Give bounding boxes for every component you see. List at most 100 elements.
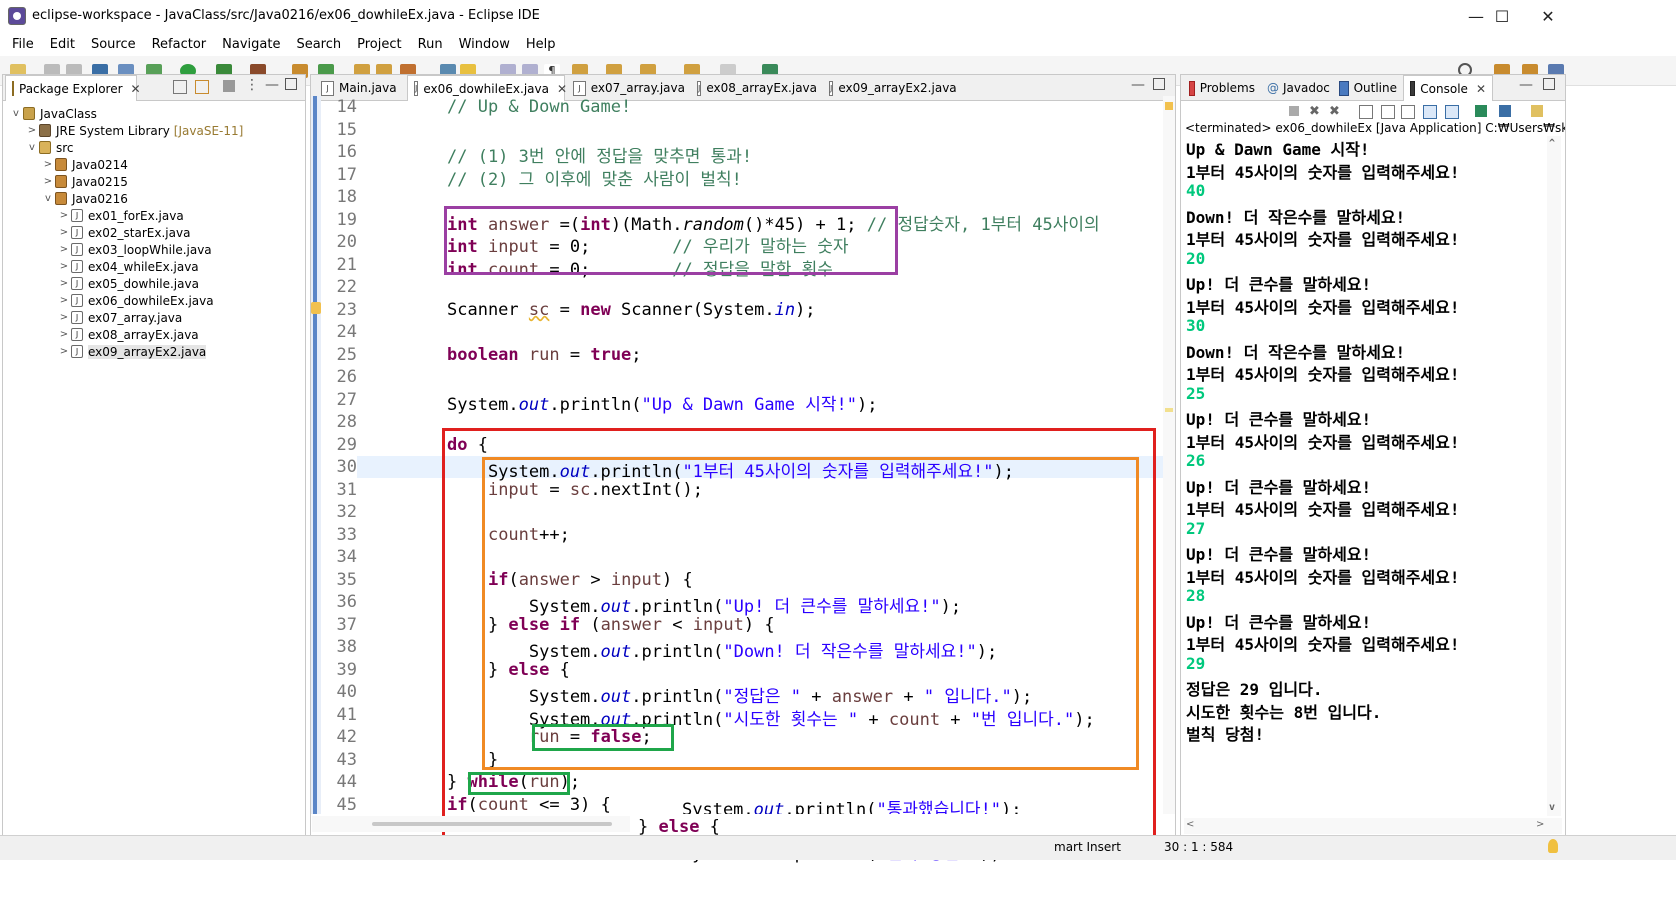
console-line: Up! 더 큰수를 말하세요! xyxy=(1186,275,1372,294)
maximize-button[interactable]: ☐ xyxy=(1479,0,1525,32)
chevron-down-icon[interactable]: v xyxy=(41,193,55,204)
console-icon xyxy=(1410,81,1416,96)
tab-outline[interactable]: Outline xyxy=(1333,75,1403,101)
chevron-right-icon[interactable]: > xyxy=(57,312,71,323)
pin-console-icon[interactable] xyxy=(1475,105,1487,117)
console-vertical-scrollbar[interactable]: ^ v xyxy=(1547,136,1561,816)
close-icon[interactable]: ✕ xyxy=(557,82,567,96)
tree-item-ex01[interactable]: > J ex01_forEx.java xyxy=(57,207,184,224)
chevron-right-icon[interactable]: > xyxy=(57,346,71,357)
clear-console-icon[interactable] xyxy=(1359,105,1373,119)
close-icon[interactable]: ✕ xyxy=(1476,82,1486,96)
editor-horizontal-scrollbar[interactable] xyxy=(312,816,630,832)
remove-launch-icon[interactable]: ✖ xyxy=(1309,104,1320,119)
chevron-down-icon[interactable]: v xyxy=(9,108,23,119)
menu-help[interactable]: Help xyxy=(518,37,564,52)
filter-icon[interactable] xyxy=(223,80,235,92)
close-window-button[interactable]: ✕ xyxy=(1525,0,1571,32)
line-number: 31 xyxy=(336,479,357,500)
tree-item-ex03[interactable]: > J ex03_loopWhile.java xyxy=(57,241,212,258)
maximize-view-icon[interactable] xyxy=(1543,78,1555,90)
view-menu-icon[interactable]: ⋮ xyxy=(245,77,259,93)
open-console-icon[interactable] xyxy=(1531,105,1543,117)
overview-ruler-marker[interactable] xyxy=(1165,102,1173,110)
tab-problems[interactable]: Problems xyxy=(1183,75,1261,101)
link-with-editor-icon[interactable] xyxy=(195,80,209,94)
menu-source[interactable]: Source xyxy=(83,37,144,52)
tree-item-ex05[interactable]: > J ex05_dowhile.java xyxy=(57,275,199,292)
scroll-down-icon[interactable]: v xyxy=(1549,802,1555,813)
menu-file[interactable]: File xyxy=(4,37,42,52)
tree-item-ex04[interactable]: > J ex04_whileEx.java xyxy=(57,258,199,275)
console-input-line: 40 xyxy=(1186,181,1206,200)
java-file-icon: J xyxy=(697,80,702,96)
chevron-right-icon[interactable]: > xyxy=(57,261,71,272)
tree-item-javaclass[interactable]: v JavaClass xyxy=(9,105,97,122)
tree-item-ex09[interactable]: > J ex09_arrayEx2.java xyxy=(57,343,207,360)
word-wrap-icon[interactable] xyxy=(1401,105,1415,119)
tab-console[interactable]: Console ✕ xyxy=(1403,75,1493,101)
console-output[interactable]: Up & Dawn Game 시작! 1부터 45사이의 숫자를 입력해주세요!… xyxy=(1183,136,1561,816)
minimize-view-icon[interactable]: — xyxy=(265,77,279,93)
tree-item-java0214[interactable]: > Java0214 xyxy=(41,156,128,173)
tree-item-src[interactable]: v src xyxy=(25,139,74,156)
tree-item-label: Java0214 xyxy=(72,157,128,172)
scroll-lock-icon[interactable] xyxy=(1381,105,1395,119)
chevron-right-icon[interactable]: > xyxy=(25,125,39,136)
tree-item-jre-system-library[interactable]: > JRE System Library [JavaSE-11] xyxy=(25,122,244,139)
display-console-icon[interactable] xyxy=(1499,105,1511,117)
scrollbar-thumb[interactable] xyxy=(372,822,612,826)
chevron-right-icon[interactable]: > xyxy=(57,244,71,255)
code-line-45: if(count <= 3) { xyxy=(447,794,611,815)
chevron-right-icon[interactable]: > xyxy=(57,295,71,306)
tree-item-ex02[interactable]: > J ex02_starEx.java xyxy=(57,224,191,241)
minimize-view-icon[interactable]: — xyxy=(1519,77,1533,93)
editor-vertical-scrollbar[interactable] xyxy=(1163,96,1175,814)
lightbulb-icon[interactable] xyxy=(1548,839,1558,853)
terminate-icon[interactable] xyxy=(1289,106,1299,116)
remove-all-icon[interactable]: ✖ xyxy=(1329,104,1340,119)
menu-navigate[interactable]: Navigate xyxy=(214,37,288,52)
tab-package-explorer[interactable]: Package Explorer ✕ xyxy=(5,75,141,101)
chevron-right-icon[interactable]: > xyxy=(57,329,71,340)
collapse-all-icon[interactable] xyxy=(173,80,187,94)
minimize-view-icon[interactable]: — xyxy=(1131,77,1145,93)
chevron-right-icon[interactable]: > xyxy=(41,159,55,170)
scroll-left-icon[interactable]: < xyxy=(1186,819,1194,830)
tree-item-ex06[interactable]: > J ex06_dowhileEx.java xyxy=(57,292,214,309)
line-number: 15 xyxy=(336,119,357,140)
menu-window[interactable]: Window xyxy=(451,37,518,52)
scroll-up-icon[interactable]: ^ xyxy=(1549,138,1555,149)
menu-search[interactable]: Search xyxy=(288,37,349,52)
tree-item-ex07[interactable]: > J ex07_array.java xyxy=(57,309,182,326)
maximize-view-icon[interactable] xyxy=(1153,78,1165,90)
quick-diff-bar xyxy=(313,96,317,814)
code-editor[interactable]: 14 15 16 17 18 19 20 21 22 23 24 25 26 2… xyxy=(311,96,1175,814)
show-on-stderr-icon[interactable] xyxy=(1445,105,1459,119)
menu-project[interactable]: Project xyxy=(349,37,409,52)
maximize-view-icon[interactable] xyxy=(285,78,297,90)
scroll-right-icon[interactable]: > xyxy=(1536,819,1544,830)
tree-item-java0215[interactable]: > Java0215 xyxy=(41,173,128,190)
console-horizontal-scrollbar[interactable]: < > xyxy=(1184,818,1562,834)
warning-marker-icon[interactable] xyxy=(311,302,321,314)
menu-run[interactable]: Run xyxy=(410,37,451,52)
package-explorer-tabstrip: Package Explorer ✕ ⋮ — xyxy=(3,75,305,101)
line-number: 30 xyxy=(336,457,357,477)
show-on-stdout-icon[interactable] xyxy=(1423,105,1437,119)
tree-item-ex08[interactable]: > J ex08_arrayEx.java xyxy=(57,326,199,343)
chevron-right-icon[interactable]: > xyxy=(41,176,55,187)
chevron-right-icon[interactable]: > xyxy=(57,227,71,238)
tree-item-label: src xyxy=(56,140,74,155)
menu-refactor[interactable]: Refactor xyxy=(144,37,215,52)
close-icon[interactable]: ✕ xyxy=(131,82,141,96)
source-folder-icon xyxy=(39,141,51,154)
chevron-right-icon[interactable]: > xyxy=(57,278,71,289)
chevron-down-icon[interactable]: v xyxy=(25,142,39,153)
overview-ruler-marker[interactable] xyxy=(1165,408,1173,412)
menu-edit[interactable]: Edit xyxy=(42,37,83,52)
package-icon xyxy=(55,175,67,188)
chevron-right-icon[interactable]: > xyxy=(57,210,71,221)
tab-javadoc[interactable]: @ Javadoc xyxy=(1261,75,1333,101)
tree-item-java0216[interactable]: v Java0216 xyxy=(41,190,128,207)
